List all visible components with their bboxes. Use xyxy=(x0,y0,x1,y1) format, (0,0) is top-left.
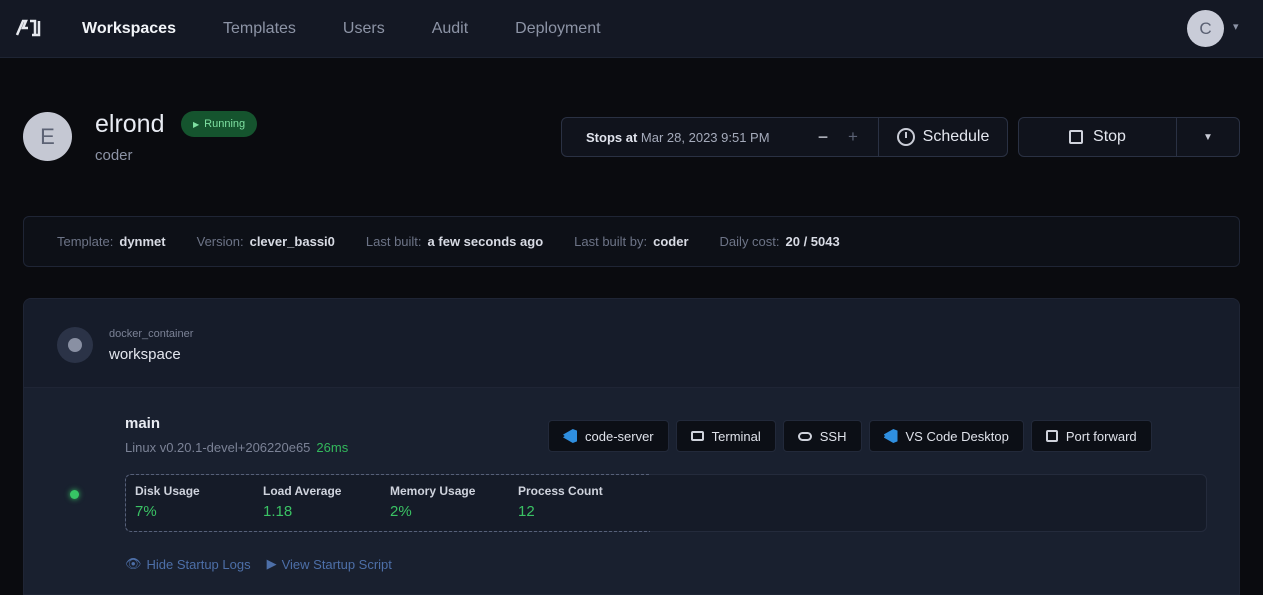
metric-memory-usage: Memory Usage 2% xyxy=(390,484,476,520)
coder-logo-icon[interactable] xyxy=(14,16,44,40)
stat-last-built: Last built: a few seconds ago xyxy=(365,234,544,249)
metric-disk-usage: Disk Usage 7% xyxy=(135,484,200,520)
code-server-button[interactable]: code-server xyxy=(548,420,669,452)
resource-header: docker_container workspace xyxy=(24,299,1239,388)
stops-at-time: Mar 28, 2023 9:51 PM xyxy=(640,129,770,145)
nav-templates[interactable]: Templates xyxy=(223,20,296,38)
terminal-icon xyxy=(690,431,704,441)
play-circle-icon: ▶ xyxy=(266,556,277,571)
nav-users[interactable]: Users xyxy=(343,20,385,38)
template-link[interactable]: dynmet xyxy=(119,234,165,249)
schedule-control: Stops at Mar 28, 2023 9:51 PM − + Schedu… xyxy=(561,117,1008,157)
startup-links: 👁 Hide Startup Logs ▶ View Startup Scrip… xyxy=(125,556,392,572)
terminal-button[interactable]: Terminal xyxy=(675,420,776,452)
metric-process-count: Process Count 12 xyxy=(518,484,603,520)
vscode-icon xyxy=(563,429,577,443)
version-link[interactable]: clever_bassi0 xyxy=(250,234,335,249)
increase-deadline-button[interactable]: + xyxy=(838,127,868,147)
more-actions-chevron-down-icon[interactable]: ▼ xyxy=(1177,132,1239,143)
hide-startup-logs-link[interactable]: 👁 Hide Startup Logs xyxy=(125,556,251,572)
nav-audit[interactable]: Audit xyxy=(432,20,468,38)
port-forward-button[interactable]: Port forward xyxy=(1030,420,1152,452)
agent-name: main xyxy=(125,415,161,432)
schedule-button[interactable]: Schedule xyxy=(879,118,1007,156)
stop-square-icon xyxy=(1069,130,1084,144)
resource-type: docker_container xyxy=(109,328,194,340)
user-menu-chevron-down-icon[interactable]: ▾ xyxy=(1233,20,1239,33)
vscode-desktop-button[interactable]: VS Code Desktop xyxy=(868,420,1024,452)
port-forward-icon xyxy=(1045,430,1058,442)
resource-name: workspace xyxy=(109,346,181,363)
workspace-name: elrond xyxy=(95,110,165,138)
ssh-button[interactable]: SSH xyxy=(782,420,862,452)
agent-apps: code-server Terminal SSH VS Code Desktop… xyxy=(548,420,1152,452)
stat-daily-cost: Daily cost: 20 / 5043 xyxy=(719,234,840,249)
main-nav: Workspaces Templates Users Audit Deploym… xyxy=(82,0,648,58)
stat-version: Version: clever_bassi0 xyxy=(196,234,335,249)
stop-control: Stop ▼ xyxy=(1018,117,1240,157)
agent-os-version: Linux v0.20.1-devel+206220e65 xyxy=(125,440,311,455)
view-startup-script-link[interactable]: ▶ View Startup Script xyxy=(267,556,392,572)
top-navbar: Workspaces Templates Users Audit Deploym… xyxy=(0,0,1263,58)
stop-button[interactable]: Stop xyxy=(1019,118,1177,156)
vscode-icon xyxy=(884,429,898,443)
eye-off-icon: 👁 xyxy=(125,556,142,571)
agent-info: Linux v0.20.1-devel+206220e65 26ms xyxy=(125,440,348,455)
cloud-icon xyxy=(797,431,812,441)
status-label: Running xyxy=(204,118,246,130)
agent-status-dot-icon xyxy=(70,490,79,499)
nav-workspaces[interactable]: Workspaces xyxy=(82,20,176,38)
user-avatar[interactable]: C xyxy=(1187,10,1224,47)
stat-template: Template: dynmet xyxy=(57,234,166,249)
clock-icon xyxy=(896,128,915,146)
resource-card: docker_container workspace main Linux v0… xyxy=(23,298,1240,595)
workspace-owner: coder xyxy=(95,147,133,164)
docker-container-icon xyxy=(57,327,93,363)
agent-latency: 26ms xyxy=(316,440,349,455)
nav-deployment[interactable]: Deployment xyxy=(515,20,600,38)
decrease-deadline-button[interactable]: − xyxy=(808,127,838,148)
schedule-label: Schedule xyxy=(922,128,990,145)
stat-last-built-by: Last built by: coder xyxy=(574,234,689,249)
workspace-avatar: E xyxy=(23,112,72,161)
stops-at-label: Stops at xyxy=(586,129,638,145)
status-badge: ▶ Running xyxy=(181,111,258,137)
workspace-stats: Template: dynmet Version: clever_bassi0 La… xyxy=(23,216,1240,267)
play-icon: ▶ xyxy=(193,119,200,129)
stop-label: Stop xyxy=(1093,128,1126,145)
metric-load-average: Load Average 1.18 xyxy=(263,484,342,520)
stops-at-text: Stops at Mar 28, 2023 9:51 PM xyxy=(562,130,808,145)
